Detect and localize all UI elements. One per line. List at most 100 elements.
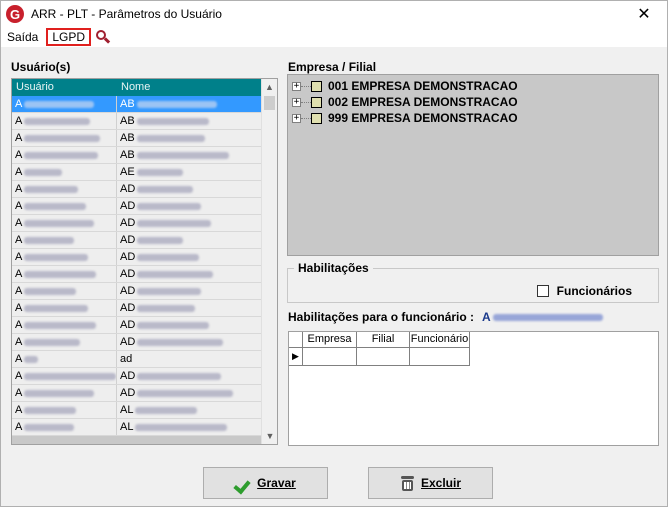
cell-nome[interactable]: AD xyxy=(117,266,261,282)
usuario-text: A xyxy=(15,353,23,365)
table-row[interactable]: Aad xyxy=(12,351,261,368)
close-button[interactable]: ✕ xyxy=(621,1,667,27)
cell-usuario[interactable]: A xyxy=(12,300,117,316)
users-grid[interactable]: Usuário Nome A AB A AB A AB A AB A AE A AD A AD A AD A AD… xyxy=(12,79,261,444)
cell-usuario[interactable]: A xyxy=(12,419,117,435)
cell-usuario[interactable]: A xyxy=(12,317,117,333)
cell-usuario[interactable]: A xyxy=(12,351,117,367)
users-grid-panel: Usuário Nome A AB A AB A AB A AB A AE A AD A AD A AD A AD… xyxy=(11,78,278,445)
cell-usuario[interactable]: A xyxy=(12,215,117,231)
column-header-nome[interactable]: Nome xyxy=(117,79,261,96)
table-row[interactable]: A AD xyxy=(12,317,261,334)
table-row[interactable]: A AD xyxy=(12,368,261,385)
cell-usuario[interactable]: A xyxy=(12,147,117,163)
cell-nome[interactable]: AD xyxy=(117,300,261,316)
users-grid-header: Usuário Nome xyxy=(12,79,261,96)
cell-usuario[interactable]: A xyxy=(12,368,117,384)
cell-usuario[interactable]: A xyxy=(12,130,117,146)
cell-nome[interactable]: AL xyxy=(117,419,261,435)
table-row[interactable]: A AL xyxy=(12,402,261,419)
usuario-text: A xyxy=(15,149,23,161)
cell-funcionario[interactable] xyxy=(410,348,470,366)
menu-saida[interactable]: Saída xyxy=(1,28,44,46)
cell-usuario[interactable]: A xyxy=(12,266,117,282)
cell-nome[interactable]: AD xyxy=(117,249,261,265)
table-row[interactable]: A AB xyxy=(12,147,261,164)
column-header-usuario[interactable]: Usuário xyxy=(12,79,117,96)
scroll-thumb[interactable] xyxy=(264,96,275,110)
cell-usuario[interactable]: A xyxy=(12,283,117,299)
cell-nome[interactable]: AD xyxy=(117,283,261,299)
table-row[interactable]: A AD xyxy=(12,198,261,215)
cell-nome[interactable]: AD xyxy=(117,334,261,350)
expand-icon[interactable]: + xyxy=(292,113,301,123)
cell-usuario[interactable]: A xyxy=(12,113,117,129)
cell-nome[interactable]: AB xyxy=(117,130,261,146)
trash-icon xyxy=(400,475,415,491)
cell-usuario[interactable]: A xyxy=(12,198,117,214)
table-row[interactable]: A AD xyxy=(12,266,261,283)
table-row[interactable]: A AD xyxy=(12,300,261,317)
table-row[interactable]: A AD xyxy=(12,385,261,402)
redacted-text xyxy=(136,100,217,108)
nome-text: AB xyxy=(120,98,135,110)
expand-icon[interactable]: + xyxy=(292,81,301,91)
funcionarios-checkbox[interactable]: Funcionários xyxy=(536,284,632,298)
cell-nome[interactable]: AD xyxy=(117,198,261,214)
cell-nome[interactable]: AE xyxy=(117,164,261,180)
tree-item-company[interactable]: + 002 EMPRESA DEMONSTRACAO xyxy=(292,94,518,110)
table-row[interactable]: A AE xyxy=(12,164,261,181)
cell-filial[interactable] xyxy=(357,348,410,366)
table-row[interactable]: A AB xyxy=(12,130,261,147)
users-vertical-scrollbar[interactable]: ▲ ▼ xyxy=(261,79,277,444)
table-row[interactable]: A AD xyxy=(12,283,261,300)
cell-usuario[interactable]: A xyxy=(12,164,117,180)
cell-usuario[interactable]: A xyxy=(12,232,117,248)
table-row[interactable]: A AB xyxy=(12,113,261,130)
cell-empresa[interactable] xyxy=(303,348,357,366)
scroll-up-icon[interactable]: ▲ xyxy=(262,79,277,95)
cell-nome[interactable]: AD xyxy=(117,385,261,401)
cell-nome[interactable]: AD xyxy=(117,368,261,384)
cell-usuario[interactable]: A xyxy=(12,96,117,112)
excluir-button[interactable]: Excluir xyxy=(368,467,493,499)
cell-usuario[interactable]: A xyxy=(12,249,117,265)
table-row[interactable]: A AD xyxy=(12,249,261,266)
cell-nome[interactable]: AD xyxy=(117,215,261,231)
cell-nome[interactable]: AB xyxy=(117,113,261,129)
cell-usuario[interactable]: A xyxy=(12,402,117,418)
tree-item-company[interactable]: + 001 EMPRESA DEMONSTRACAO xyxy=(292,78,518,94)
table-row[interactable]: A AD xyxy=(12,232,261,249)
table-row[interactable]: A AD xyxy=(12,181,261,198)
tree-checkbox[interactable] xyxy=(311,80,322,92)
cell-nome[interactable]: ad xyxy=(117,351,261,367)
table-row[interactable]: A AL xyxy=(12,419,261,436)
cell-nome[interactable]: AD xyxy=(117,317,261,333)
table-row[interactable]: A AD xyxy=(12,334,261,351)
cell-nome[interactable]: AD xyxy=(117,232,261,248)
table-row[interactable]: A AD xyxy=(12,215,261,232)
habilitacoes-grid[interactable]: Empresa Filial Funcionário ▶ xyxy=(288,331,659,446)
table-row[interactable]: A AB xyxy=(12,96,261,113)
search-icon[interactable] xyxy=(95,29,111,45)
cell-nome[interactable]: AL xyxy=(117,402,261,418)
tree-checkbox[interactable] xyxy=(311,112,322,124)
cell-usuario[interactable]: A xyxy=(12,334,117,350)
nome-text: AD xyxy=(120,183,136,195)
tree-checkbox[interactable] xyxy=(311,96,322,108)
checkbox-icon[interactable] xyxy=(536,285,549,297)
tree-item-company[interactable]: + 999 EMPRESA DEMONSTRACAO xyxy=(292,110,518,126)
cell-nome[interactable]: AD xyxy=(117,181,261,197)
cell-usuario[interactable]: A xyxy=(12,385,117,401)
gravar-button[interactable]: Gravar xyxy=(203,467,328,499)
cell-nome[interactable]: AB xyxy=(117,96,261,112)
cell-usuario[interactable]: A xyxy=(12,181,117,197)
column-header-empresa[interactable]: Empresa xyxy=(303,332,357,348)
expand-icon[interactable]: + xyxy=(292,97,301,107)
column-header-filial[interactable]: Filial xyxy=(357,332,410,348)
table-row[interactable]: ▶ xyxy=(289,348,470,366)
menu-lgpd[interactable]: LGPD xyxy=(46,28,92,46)
cell-nome[interactable]: AB xyxy=(117,147,261,163)
scroll-down-icon[interactable]: ▼ xyxy=(262,428,278,444)
column-header-funcionario[interactable]: Funcionário xyxy=(410,332,470,348)
